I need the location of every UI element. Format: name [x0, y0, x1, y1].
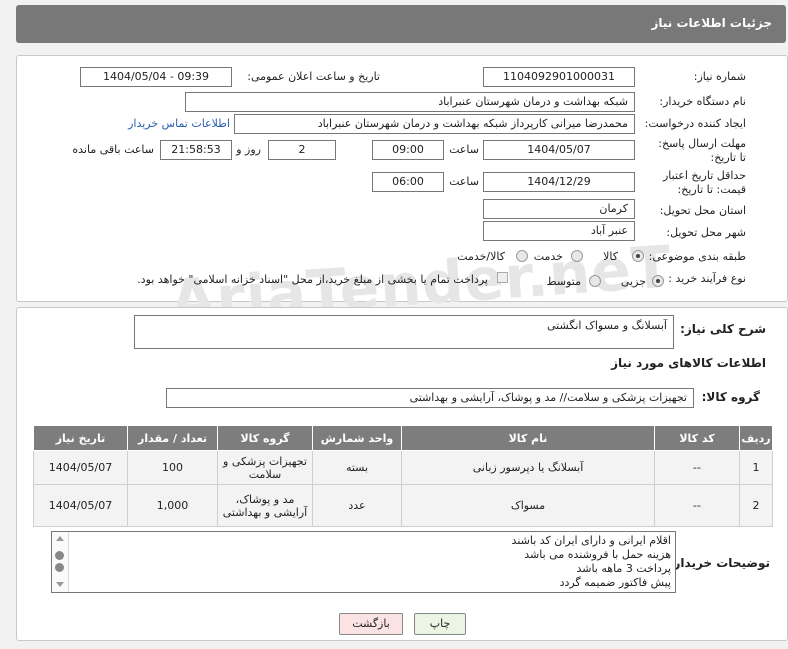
col-row: ردیف: [739, 425, 773, 451]
table-row: 1 -- آبسلانگ یا دپرسور زبانی بسته تجهیزا…: [33, 450, 773, 485]
cell-group: مد و پوشاک، آرایشی و بهداشتی: [217, 484, 313, 527]
cell-code: --: [654, 450, 740, 485]
description-label: شرح کلی نیاز:: [680, 322, 766, 336]
note-line: هزینه حمل با فروشنده می باشد: [524, 548, 671, 561]
purchase-medium-radio[interactable]: [589, 275, 601, 287]
category-goods-label: کالا: [603, 250, 618, 263]
col-qty: تعداد / مقدار: [127, 425, 218, 451]
province-label: استان محل تحویل:: [659, 204, 746, 217]
page-header: جزئیات اطلاعات نیاز: [16, 5, 786, 43]
cell-qty: 100: [127, 450, 218, 485]
send-time-label: ساعت: [449, 143, 479, 156]
col-code: کد کالا: [654, 425, 740, 451]
category-service-label: خدمت: [533, 250, 563, 263]
notes-scrollbar[interactable]: [52, 532, 69, 592]
buyer-notes-label: توضیحات خریدار:: [668, 556, 770, 570]
goods-table: ردیف کد کالا نام کالا واحد شمارش گروه کا…: [33, 425, 773, 527]
purchase-minor-radio[interactable]: [652, 275, 664, 287]
print-button[interactable]: چاپ: [414, 613, 466, 635]
cell-code: --: [654, 484, 740, 527]
description-textarea[interactable]: آبسلانگ و مسواک انگشتی: [134, 315, 674, 349]
city-field: عنبر آباد: [483, 221, 635, 241]
purchase-type-label: نوع فرآیند خرید :: [668, 272, 746, 285]
remaining-time-label: ساعت باقی مانده: [72, 143, 154, 156]
col-group: گروه کالا: [217, 425, 313, 451]
note-line: پرداخت 3 ماهه باشد: [576, 562, 671, 575]
price-time-field: 06:00: [372, 172, 444, 192]
scroll-dot-icon: [55, 563, 64, 572]
cell-date: 1404/05/07: [33, 484, 128, 527]
send-deadline-label: مهلت ارسال پاسخ: تا تاریخ:: [658, 137, 746, 164]
cell-name: مسواک: [401, 484, 655, 527]
cell-unit: عدد: [312, 484, 402, 527]
cell-group: تجهیزات پزشکی و سلامت: [217, 450, 313, 485]
back-button[interactable]: بازگشت: [339, 613, 403, 635]
category-label: طبقه بندی موضوعی:: [648, 250, 746, 263]
col-name: نام کالا: [401, 425, 655, 451]
notes-text: اقلام ایرانی و دارای ایران کد باشند هزین…: [512, 534, 671, 590]
creator-label: ایجاد کننده درخواست:: [644, 117, 746, 130]
send-time-field: 09:00: [372, 140, 444, 160]
city-label: شهر محل تحویل:: [666, 226, 746, 239]
page-title: جزئیات اطلاعات نیاز: [651, 16, 772, 30]
cell-row: 2: [739, 484, 773, 527]
days-label: روز و: [236, 143, 261, 156]
goods-section-title: اطلاعات کالاهای مورد نیاز: [611, 356, 766, 370]
announce-field: 1404/05/04 - 09:39: [80, 67, 232, 87]
buyer-notes-textarea[interactable]: اقلام ایرانی و دارای ایران کد باشند هزین…: [51, 531, 676, 593]
purchase-medium-label: متوسط: [546, 275, 581, 288]
scroll-up-arrow-icon[interactable]: [56, 536, 64, 541]
goods-group-field: تجهیزات پزشکی و سلامت// مد و پوشاک، آرای…: [166, 388, 694, 408]
cell-row: 1: [739, 450, 773, 485]
price-deadline-label: حداقل تاریخ اعتبار قیمت: تا تاریخ:: [662, 169, 746, 196]
send-date-field: 1404/05/07: [483, 140, 635, 160]
category-goods-service-label: کالا/خدمت: [457, 250, 505, 263]
col-date: تاریخ نیاز: [33, 425, 128, 451]
cell-date: 1404/05/07: [33, 450, 128, 485]
days-remaining-field: 2: [268, 140, 336, 160]
buyer-org-field: شبکه بهداشت و درمان شهرستان عنبراباد: [185, 92, 635, 112]
table-row: 2 -- مسواک عدد مد و پوشاک، آرایشی و بهدا…: [33, 484, 773, 527]
need-number-label: شماره نیاز:: [693, 70, 746, 83]
remaining-time-field: 21:58:53: [160, 140, 232, 160]
price-date-field: 1404/12/29: [483, 172, 635, 192]
goods-group-label: گروه کالا:: [701, 390, 760, 404]
cell-name: آبسلانگ یا دپرسور زبانی: [401, 450, 655, 485]
category-service-radio[interactable]: [571, 250, 583, 262]
category-goods-service-radio[interactable]: [516, 250, 528, 262]
col-unit: واحد شمارش: [312, 425, 402, 451]
cell-unit: بسته: [312, 450, 402, 485]
cell-qty: 1,000: [127, 484, 218, 527]
scroll-dot-icon: [55, 551, 64, 560]
goods-table-header: ردیف کد کالا نام کالا واحد شمارش گروه کا…: [33, 425, 773, 451]
price-time-label: ساعت: [449, 175, 479, 188]
category-goods-radio[interactable]: [632, 250, 644, 262]
treasury-payment-note: پرداخت تمام یا بخشی از مبلغ خرید،از محل …: [137, 273, 488, 286]
province-field: کرمان: [483, 199, 635, 219]
treasury-payment-checkbox[interactable]: [497, 272, 508, 283]
scroll-down-arrow-icon[interactable]: [56, 582, 64, 587]
note-line: پیش فاکتور ضمیمه گردد: [559, 576, 671, 589]
announce-label: تاریخ و ساعت اعلان عمومی:: [247, 70, 380, 83]
note-line: اقلام ایرانی و دارای ایران کد باشند: [511, 534, 671, 547]
contact-buyer-link[interactable]: اطلاعات تماس خریدار: [128, 117, 230, 130]
purchase-minor-label: جزیی: [620, 275, 646, 288]
creator-field: محمدرضا میرانی کارپرداز شبکه بهداشت و در…: [234, 114, 635, 134]
buyer-org-label: نام دستگاه خریدار:: [659, 95, 746, 108]
need-number-field: 1104092901000031: [483, 67, 635, 87]
